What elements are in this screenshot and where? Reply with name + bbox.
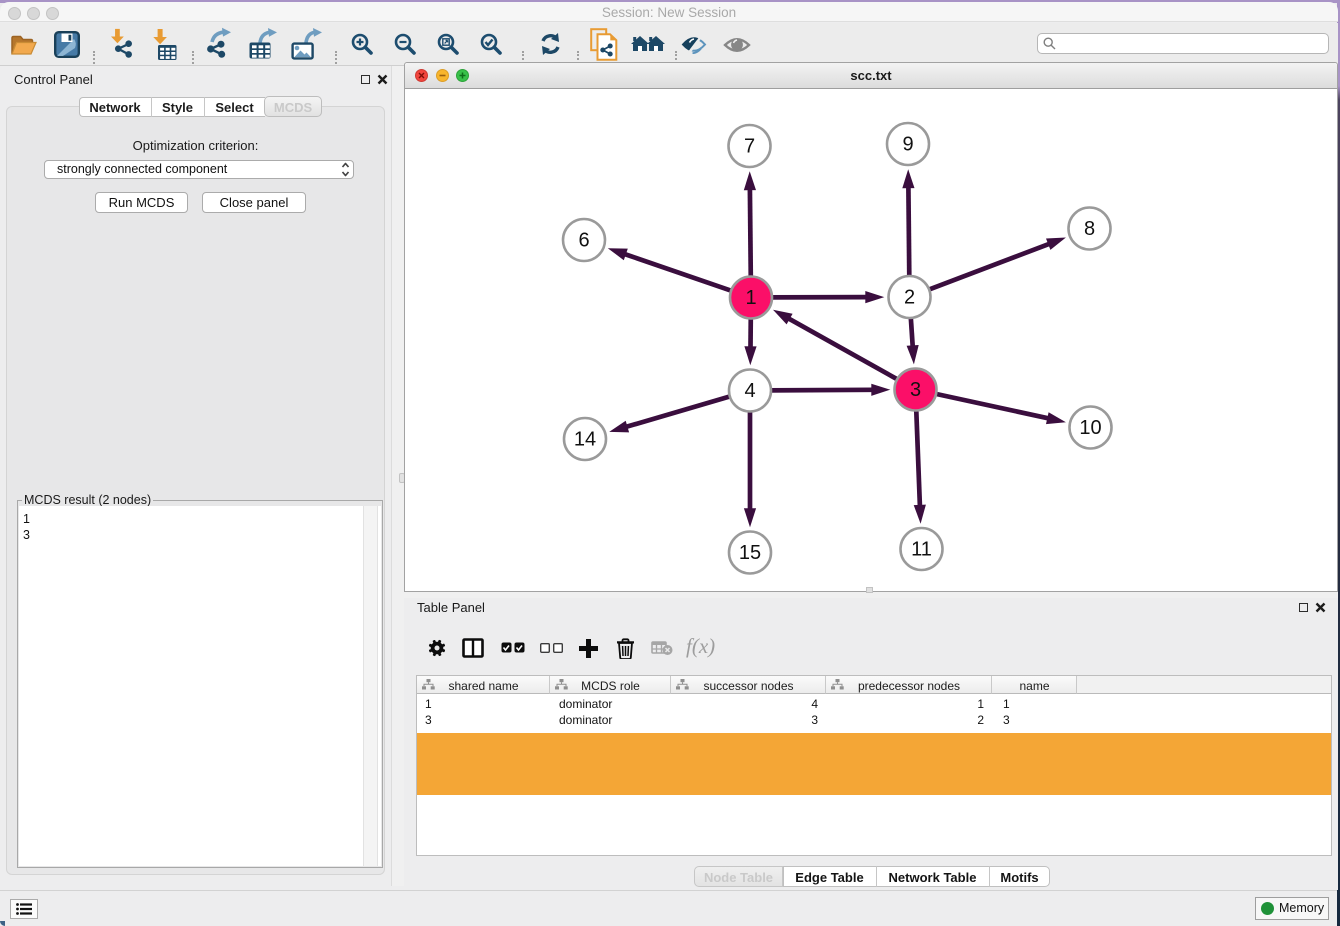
svg-text:10: 10 — [1079, 417, 1101, 439]
svg-text:4: 4 — [744, 380, 755, 402]
svg-text:9: 9 — [902, 134, 913, 156]
svg-text:7: 7 — [744, 136, 755, 158]
svg-text:3: 3 — [910, 379, 921, 401]
svg-text:2: 2 — [904, 287, 915, 309]
svg-text:14: 14 — [574, 429, 596, 451]
svg-text:8: 8 — [1084, 218, 1095, 240]
svg-text:11: 11 — [911, 539, 932, 561]
svg-text:6: 6 — [578, 230, 589, 252]
svg-text:15: 15 — [739, 542, 761, 564]
svg-text:1: 1 — [745, 287, 756, 309]
